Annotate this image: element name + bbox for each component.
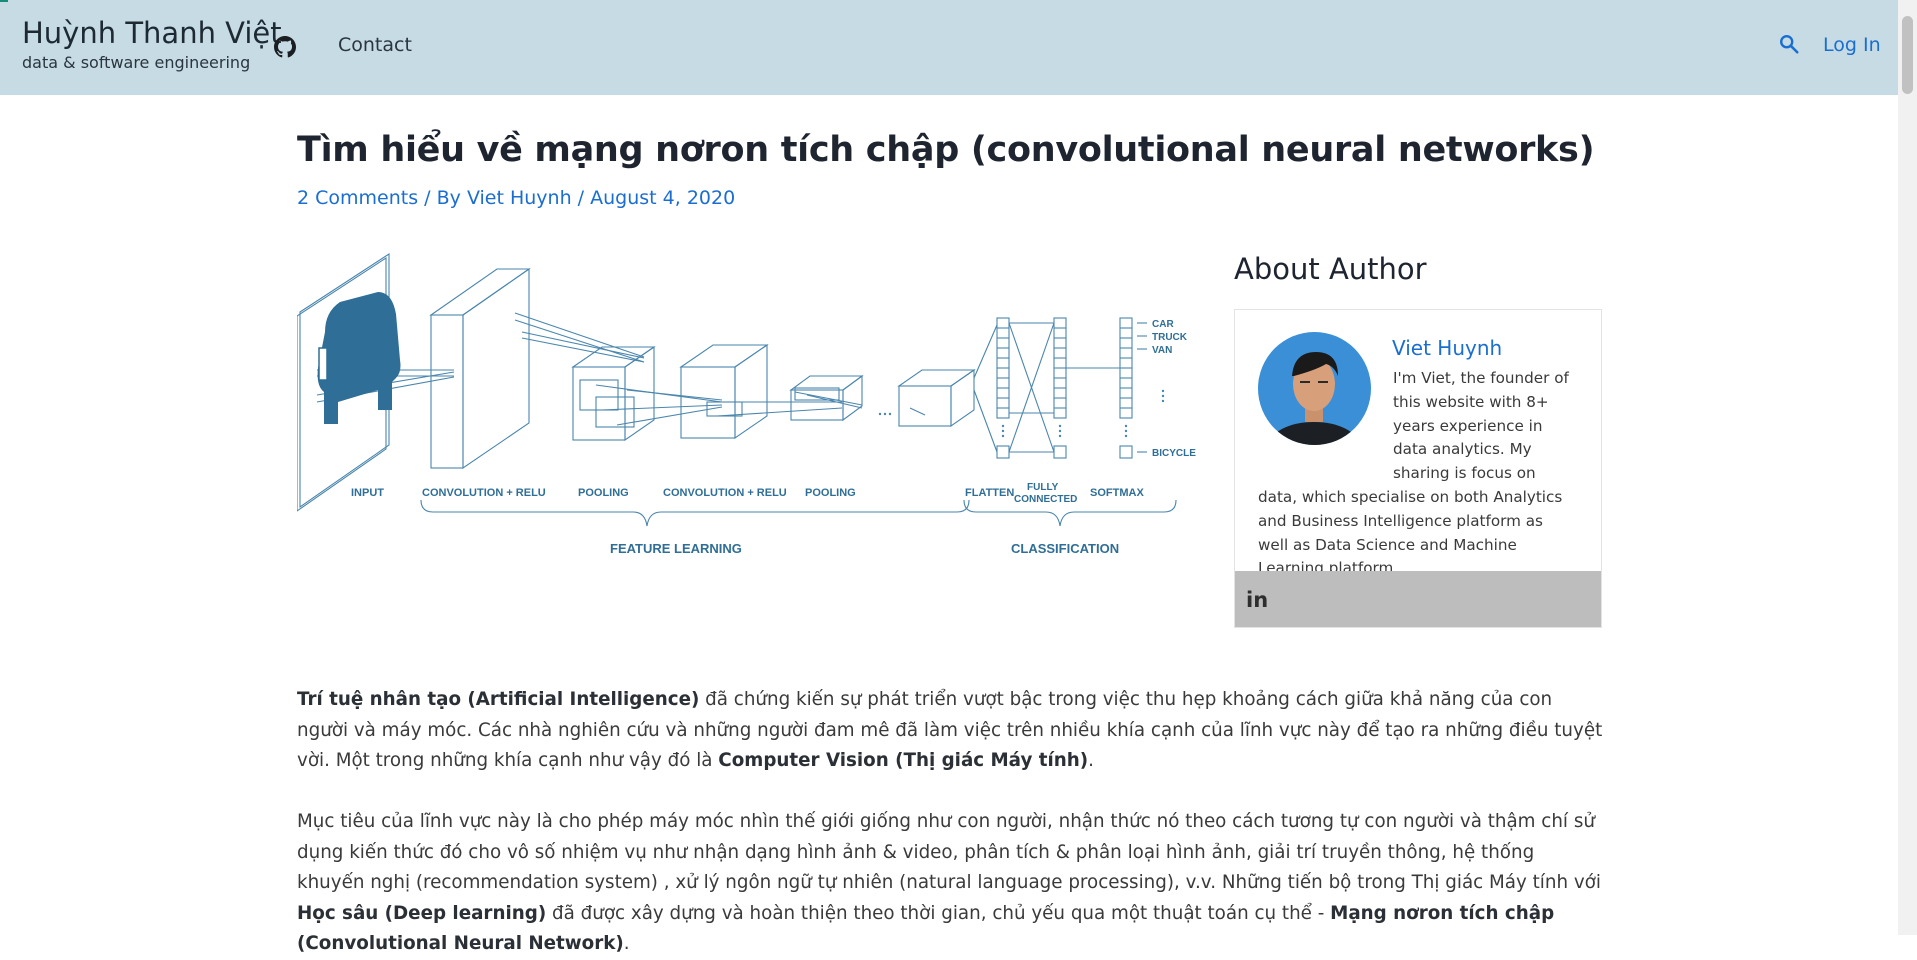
article-paragraph-2: Mục tiêu của lĩnh vực này là cho phép má… [297,807,1607,960]
bold-text: Computer Vision (Thị giác Máy tính) [718,750,1089,771]
label-classification: CLASSIFICATION [1011,541,1119,556]
bold-text: Học sâu (Deep learning) [297,902,547,924]
author-bio: I'm Viet, the founder of this website wi… [1258,367,1576,581]
accent-line [0,0,8,2]
label-conv1: CONVOLUTION + RELU [422,487,546,499]
site-tagline: data & software engineering [22,53,251,72]
author-link[interactable]: Viet Huynh [467,187,572,209]
label-pool1: POOLING [578,487,629,499]
meta-separator: / By [418,187,467,209]
label-conv2: CONVOLUTION + RELU [663,487,787,499]
paragraph-text: . [1088,750,1094,771]
linkedin-icon[interactable]: in [1246,588,1268,612]
label-van: VAN [1152,345,1172,356]
search-icon[interactable] [1778,33,1800,55]
bold-text: Trí tuệ nhân tạo (Artificial Intelligenc… [297,689,700,710]
bio-spacer [1258,367,1393,473]
label-softmax: SOFTMAX [1090,487,1144,499]
scrollbar[interactable] [1898,0,1917,935]
social-bar: in [1235,571,1601,627]
conv2-volume [679,343,769,440]
nav-contact[interactable]: Contact [338,34,412,56]
comments-link[interactable]: 2 Comments [297,187,418,209]
article-title: Tìm hiểu về mạng nơron tích chập (convol… [297,130,1595,170]
label-flatten: FLATTEN [965,487,1014,499]
paragraph-text: Mục tiêu của lĩnh vực này là cho phép má… [297,811,1601,893]
cnn-architecture-diagram: INPUT CONVOLUTION + RELU POOLING CONVOLU… [297,252,1196,556]
post-meta: 2 Comments / By Viet Huynh / August 4, 2… [297,187,735,209]
label-car: CAR [1152,319,1174,330]
conv1-volume [429,267,531,470]
scrollbar-thumb[interactable] [1902,16,1913,94]
paragraph-text: đã được xây dựng và hoàn thiện theo thời… [546,902,1331,924]
author-box: Viet Huynh I'm Viet, the founder of this… [1234,309,1602,628]
flatten-volume [897,368,976,428]
article-paragraph-1: Trí tuệ nhân tạo (Artificial Intelligenc… [297,685,1607,777]
label-bicycle: BICYCLE [1152,448,1196,459]
login-link[interactable]: Log In [1823,34,1881,56]
site-header: Huỳnh Thanh Việt data & software enginee… [0,0,1898,95]
about-author-heading: About Author [1234,252,1427,286]
label-fully: FULLY [1027,482,1059,493]
label-truck: TRUCK [1152,332,1188,343]
github-icon[interactable] [274,36,296,58]
author-name-link[interactable]: Viet Huynh [1392,336,1502,360]
label-pool2: POOLING [805,487,856,499]
date-link[interactable]: August 4, 2020 [590,187,735,209]
label-input: INPUT [351,487,384,499]
label-connected: CONNECTED [1014,494,1077,505]
paragraph-text: . [623,933,630,954]
feature-learning-brace [420,499,970,527]
site-title[interactable]: Huỳnh Thanh Việt [22,16,282,50]
label-feature-learning: FEATURE LEARNING [610,541,742,556]
car-icon [317,292,401,424]
meta-separator: / [571,187,591,209]
